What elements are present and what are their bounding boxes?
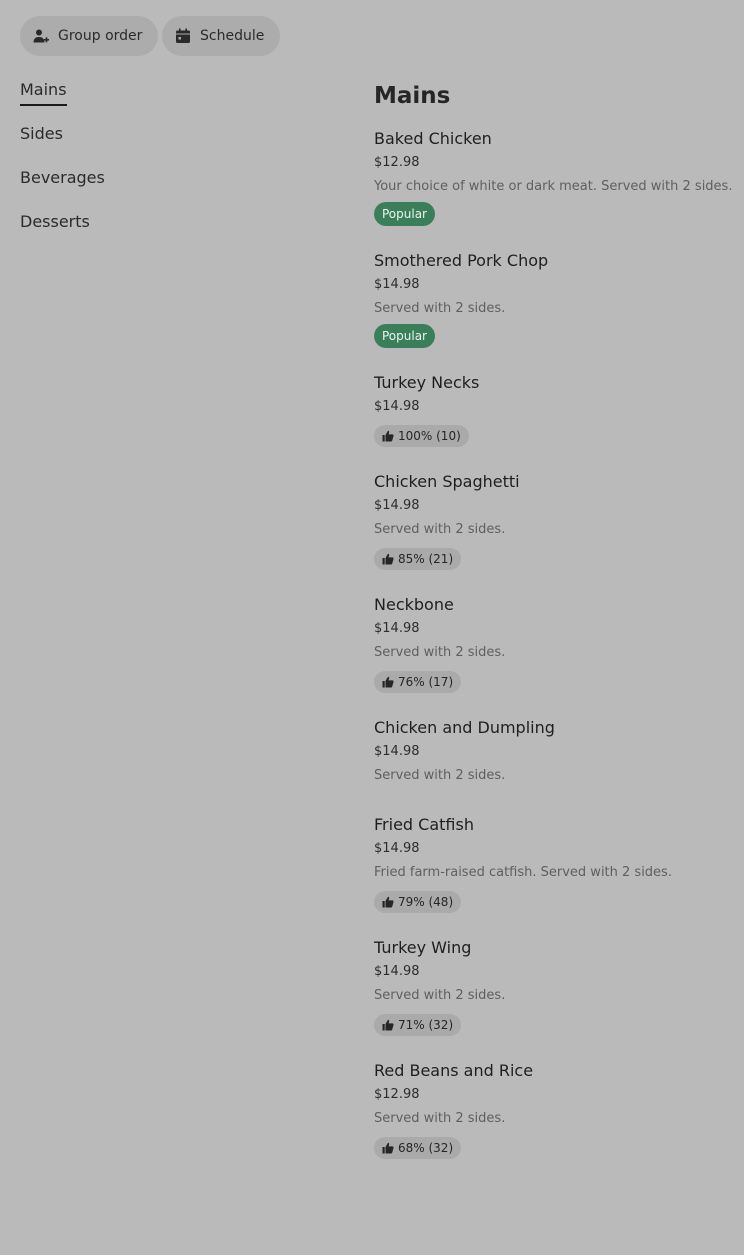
- menu-item-price: $12.98: [374, 1087, 420, 1102]
- menu-item-name: Baked Chicken: [374, 129, 492, 148]
- menu-item-list: Baked Chicken $12.98 Your choice of white …: [374, 128, 734, 1159]
- thumbs-up-icon: [382, 676, 394, 688]
- menu-item[interactable]: Red Beans and Rice $12.98 Served with 2 si…: [374, 1060, 734, 1159]
- calendar-icon: [174, 27, 192, 45]
- rating-badge: 100% (10): [374, 425, 469, 447]
- menu-item-price: $14.98: [374, 841, 420, 856]
- menu-item-name: Smothered Pork Chop: [374, 251, 549, 270]
- rating-badge: 79% (48): [374, 891, 462, 913]
- rating-badge: 68% (32): [374, 1137, 462, 1159]
- menu-item[interactable]: Chicken and Dumpling $14.98 Served with 2 …: [374, 717, 734, 786]
- menu-item-description: Served with 2 sides.: [374, 645, 506, 660]
- rating-text: 85% (21): [398, 552, 454, 566]
- rating-badge: 85% (21): [374, 548, 462, 570]
- menu-item[interactable]: Smothered Pork Chop $14.98 Served with 2 s…: [374, 250, 734, 348]
- menu-item-price: $14.98: [374, 964, 420, 979]
- menu-item[interactable]: Turkey Necks $14.98 100% (10): [374, 372, 734, 447]
- menu-item-description: Your choice of white or dark meat. Serve…: [374, 179, 733, 194]
- menu-item-description: Served with 2 sides.: [374, 768, 506, 783]
- group-order-label: Group order: [58, 28, 143, 44]
- menu-item-price: $12.98: [374, 155, 420, 170]
- menu-item-price: $14.98: [374, 277, 420, 292]
- sidebar-item-label: Beverages: [20, 168, 105, 187]
- person-add-icon: [32, 27, 50, 45]
- popular-badge: Popular: [374, 202, 435, 226]
- menu-item-name: Chicken and Dumpling: [374, 718, 555, 737]
- menu-item-description: Fried farm-raised catfish. Served with 2…: [374, 865, 672, 880]
- popular-badge: Popular: [374, 324, 435, 348]
- menu-item-description: Served with 2 sides.: [374, 1111, 506, 1126]
- menu-item-name: Red Beans and Rice: [374, 1061, 534, 1080]
- rating-text: 100% (10): [398, 429, 461, 443]
- menu-item-name: Turkey Wing: [374, 938, 472, 957]
- menu-item-name: Neckbone: [374, 595, 454, 614]
- menu-item[interactable]: Neckbone $14.98 Served with 2 sides. 76% (1…: [374, 594, 734, 693]
- section-title: Mains: [374, 83, 451, 109]
- rating-text: 71% (32): [398, 1018, 454, 1032]
- menu-item[interactable]: Fried Catfish $14.98 Fried farm-raised cat…: [374, 814, 734, 913]
- menu-item-price: $14.98: [374, 399, 420, 414]
- sidebar-item-label: Mains: [20, 76, 67, 106]
- menu-item-description: Served with 2 sides.: [374, 522, 506, 537]
- menu-item-description: Served with 2 sides.: [374, 301, 506, 316]
- sidebar-item-label: Desserts: [20, 212, 90, 231]
- menu-item-price: $14.98: [374, 621, 420, 636]
- thumbs-up-icon: [382, 1142, 394, 1154]
- menu-item[interactable]: Turkey Wing $14.98 Served with 2 sides. 71%…: [374, 937, 734, 1036]
- rating-text: 79% (48): [398, 895, 454, 909]
- rating-text: 68% (32): [398, 1141, 454, 1155]
- thumbs-up-icon: [382, 553, 394, 565]
- schedule-button[interactable]: Schedule: [162, 16, 281, 56]
- menu-section: Mains Baked Chicken $12.98 Your choice of …: [374, 80, 734, 1183]
- sidebar-item-beverages[interactable]: Beverages: [20, 164, 320, 208]
- menu-item[interactable]: Chicken Spaghetti $14.98 Served with 2 sid…: [374, 471, 734, 570]
- menu-item-name: Chicken Spaghetti: [374, 472, 520, 491]
- sidebar-item-desserts[interactable]: Desserts: [20, 208, 320, 252]
- menu-item-price: $14.98: [374, 498, 420, 513]
- sidebar-item-label: Sides: [20, 124, 63, 143]
- thumbs-up-icon: [382, 896, 394, 908]
- rating-text: 76% (17): [398, 675, 454, 689]
- schedule-label: Schedule: [200, 28, 265, 44]
- thumbs-up-icon: [382, 430, 394, 442]
- menu-item-name: Turkey Necks: [374, 373, 480, 392]
- sidebar-item-sides[interactable]: Sides: [20, 120, 320, 164]
- menu-item-name: Fried Catfish: [374, 815, 474, 834]
- menu-item[interactable]: Baked Chicken $12.98 Your choice of white …: [374, 128, 734, 226]
- menu-item-price: $14.98: [374, 744, 420, 759]
- rating-badge: 76% (17): [374, 671, 462, 693]
- group-order-button[interactable]: Group order: [20, 16, 159, 56]
- rating-badge: 71% (32): [374, 1014, 462, 1036]
- thumbs-up-icon: [382, 1019, 394, 1031]
- menu-item-description: Served with 2 sides.: [374, 988, 506, 1003]
- category-sidebar: Mains Sides Beverages Desserts: [20, 76, 320, 252]
- sidebar-item-mains[interactable]: Mains: [20, 76, 320, 120]
